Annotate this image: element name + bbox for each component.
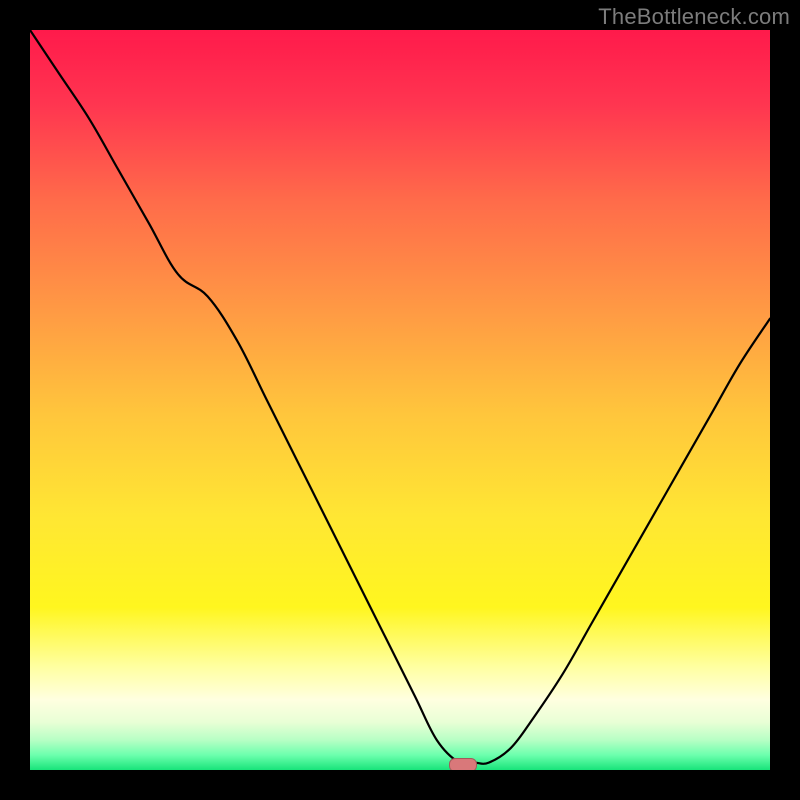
- bottleneck-curve: [30, 30, 770, 764]
- outer-frame: TheBottleneck.com: [0, 0, 800, 800]
- plot-area: [30, 30, 770, 770]
- optimal-marker: [449, 758, 477, 770]
- curve-svg: [30, 30, 770, 770]
- watermark-text: TheBottleneck.com: [598, 4, 790, 30]
